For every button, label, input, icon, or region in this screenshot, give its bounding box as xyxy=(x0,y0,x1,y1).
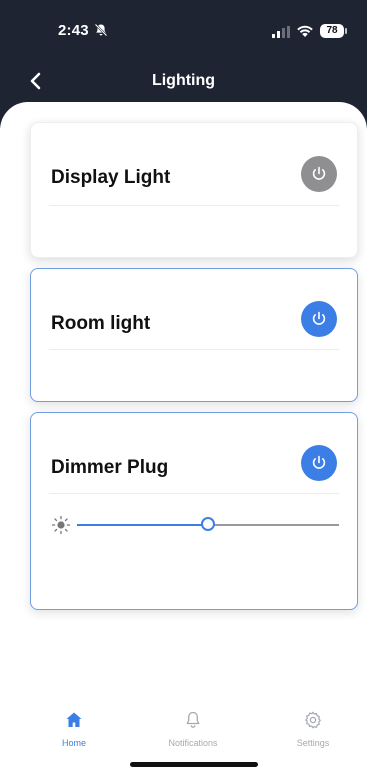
device-card-display-light[interactable]: Display Light xyxy=(30,122,358,258)
home-icon xyxy=(66,712,82,727)
power-toggle-button[interactable] xyxy=(301,445,337,481)
device-name: Room light xyxy=(51,313,151,334)
power-icon xyxy=(312,455,326,469)
brightness-slider xyxy=(51,513,339,537)
power-toggle-button[interactable] xyxy=(301,156,337,192)
device-name: Display Light xyxy=(51,167,171,188)
tab-notifications[interactable]: Notifications xyxy=(153,710,233,748)
brightness-slider-thumb[interactable] xyxy=(201,517,215,531)
brightness-slider-fill xyxy=(77,524,208,526)
wifi-icon xyxy=(297,25,313,37)
device-card-dimmer-plug[interactable]: Dimmer Plug xyxy=(30,412,358,610)
brightness-slider-track[interactable] xyxy=(77,517,339,531)
gear-icon xyxy=(305,711,321,729)
device-name: Dimmer Plug xyxy=(51,457,169,478)
divider xyxy=(49,493,339,494)
bell-off-icon xyxy=(94,23,108,37)
tab-settings[interactable]: Settings xyxy=(273,710,353,748)
power-toggle-button[interactable] xyxy=(301,301,337,337)
home-indicator xyxy=(130,762,258,767)
power-icon xyxy=(312,311,326,325)
tab-bar: Home Notifications Settings xyxy=(0,702,367,769)
status-time: 2:43 xyxy=(58,22,89,39)
tab-label: Settings xyxy=(296,738,330,748)
device-card-room-light[interactable]: Room light xyxy=(30,268,358,402)
tab-home[interactable]: Home xyxy=(34,710,114,748)
divider xyxy=(49,205,339,206)
battery-level: 78 xyxy=(320,24,344,38)
tab-label: Notifications xyxy=(168,738,218,748)
power-icon xyxy=(312,166,326,180)
battery-icon: 78 xyxy=(320,23,350,39)
page-title: Lighting xyxy=(151,72,216,89)
divider xyxy=(49,349,339,350)
tab-label: Home xyxy=(61,738,86,748)
nav-bar: Lighting xyxy=(0,60,367,102)
status-bar: 2:43 78 xyxy=(0,0,367,60)
sun-icon xyxy=(51,515,71,535)
bell-icon xyxy=(186,711,200,728)
signal-icon xyxy=(272,26,290,38)
